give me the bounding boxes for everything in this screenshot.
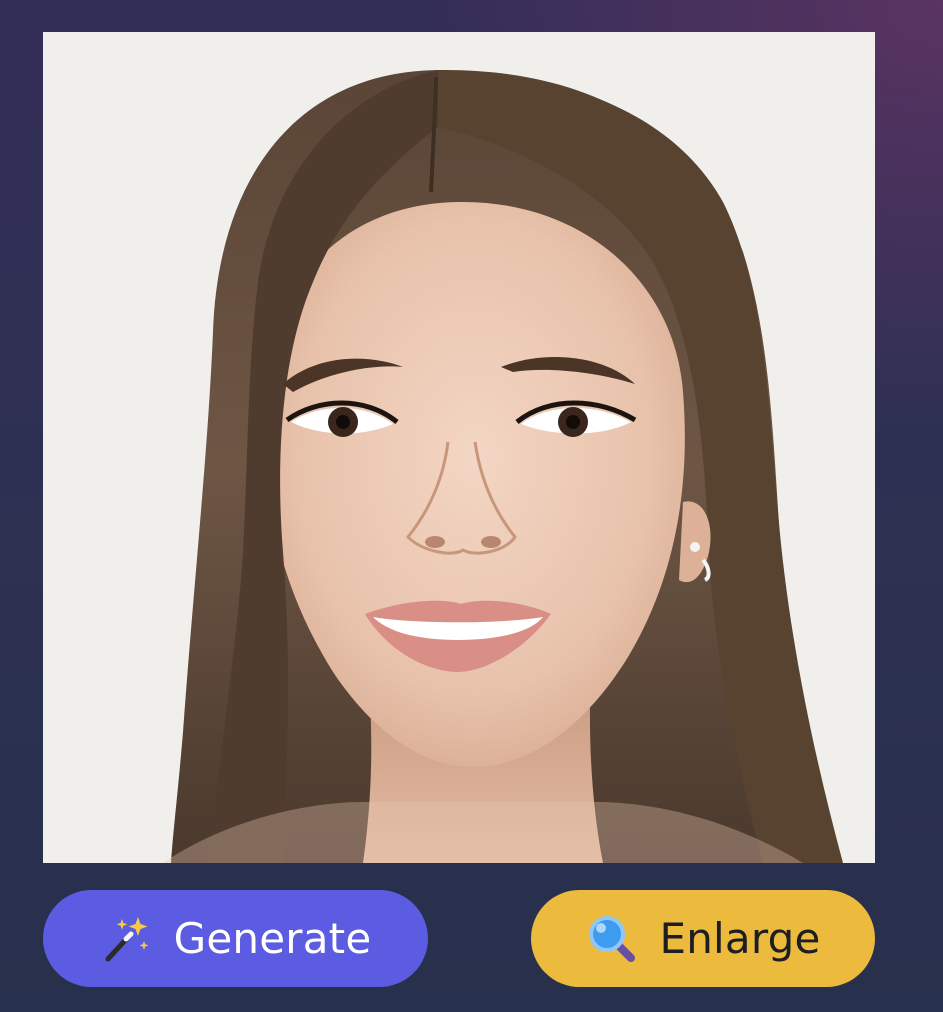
magic-wand-icon	[105, 916, 149, 961]
portrait-photo	[43, 32, 875, 863]
enlarge-label: Enlarge	[659, 913, 821, 963]
magnifying-glass-icon	[588, 915, 635, 962]
enlarge-button[interactable]: Enlarge	[531, 890, 875, 987]
generate-button[interactable]: Generate	[43, 890, 428, 987]
generate-label: Generate	[173, 913, 372, 963]
portrait-illustration	[43, 32, 875, 863]
